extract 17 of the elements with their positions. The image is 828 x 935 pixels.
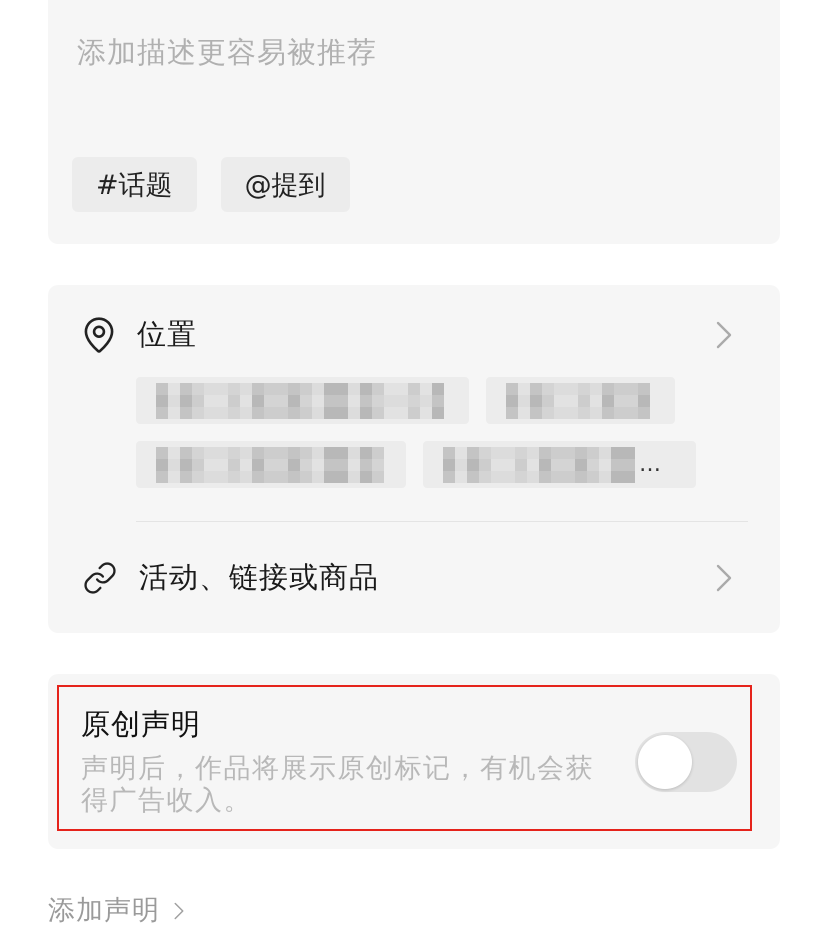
- location-label: 位置: [137, 316, 198, 353]
- place-suggestion-chip[interactable]: [486, 377, 675, 424]
- place-suggestion-chip[interactable]: …: [423, 441, 696, 488]
- link-icon: [84, 562, 116, 594]
- link-row-label: 活动、链接或商品: [139, 558, 380, 596]
- chevron-right-icon: [716, 564, 732, 592]
- place-suggestion-chip[interactable]: [136, 441, 406, 488]
- place-suggestion-chip[interactable]: [136, 377, 469, 424]
- chevron-right-icon: [716, 321, 732, 349]
- location-pin-icon: [84, 317, 114, 353]
- originality-title: 原创声明: [81, 706, 202, 742]
- tag-chip[interactable]: #话题: [72, 157, 197, 212]
- chevron-right-icon: [174, 902, 184, 920]
- description-editor[interactable]: 添加描述更容易被推荐 #话题 @提到: [48, 0, 780, 244]
- tag-chip[interactable]: @提到: [220, 157, 350, 212]
- description-field[interactable]: 添加描述更容易被推荐: [72, 30, 756, 140]
- originality-description: 声明后，作品将展示原创标记，有机会获得广告收入。: [81, 753, 595, 817]
